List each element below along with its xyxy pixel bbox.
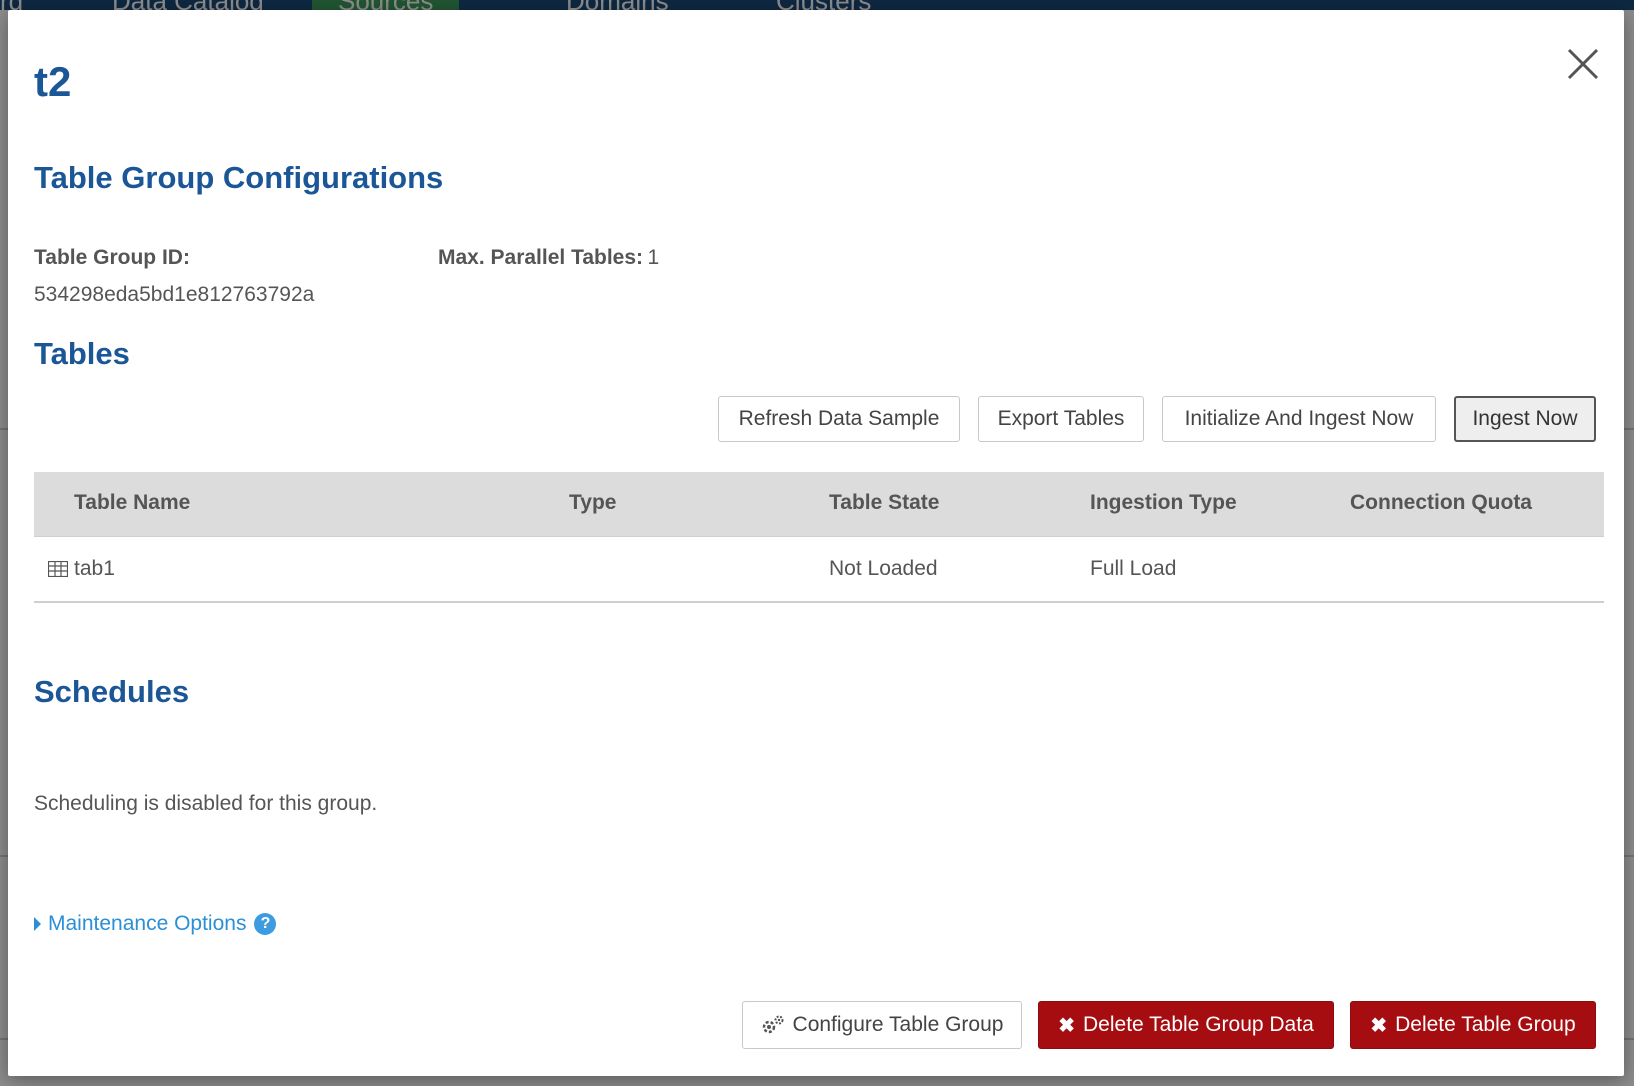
gears-icon bbox=[761, 1014, 785, 1036]
modal-title: t2 bbox=[34, 58, 72, 105]
table-group-id-label-text: Table Group ID: bbox=[34, 246, 190, 269]
delete-table-group-data-button[interactable]: ✖ Delete Table Group Data bbox=[1038, 1001, 1334, 1049]
delete-table-group-data-label: Delete Table Group Data bbox=[1083, 1013, 1314, 1036]
configure-table-group-button[interactable]: Configure Table Group bbox=[742, 1001, 1022, 1049]
delete-table-group-label: Delete Table Group bbox=[1395, 1013, 1576, 1036]
close-button[interactable] bbox=[1559, 40, 1607, 88]
column-header-type[interactable]: Type bbox=[569, 491, 616, 515]
table-group-id-label: Table Group ID: bbox=[34, 246, 190, 270]
configurations-heading: Table Group Configurations bbox=[34, 160, 444, 195]
schedules-heading: Schedules bbox=[34, 674, 190, 709]
schedules-status-text: Scheduling is disabled for this group. bbox=[34, 792, 378, 815]
times-icon: ✖ bbox=[1058, 1014, 1075, 1037]
table-group-modal: t2 Table Group Configurations Table Grou… bbox=[8, 10, 1624, 1076]
table-row[interactable]: tab1 Not Loaded Full Load bbox=[34, 537, 1604, 603]
tables-heading: Tables bbox=[34, 336, 130, 371]
initialize-and-ingest-button[interactable]: Initialize And Ingest Now bbox=[1162, 396, 1436, 442]
configure-table-group-label: Configure Table Group bbox=[792, 1013, 1004, 1036]
table-icon bbox=[47, 559, 69, 583]
ingest-now-button[interactable]: Ingest Now bbox=[1454, 396, 1596, 442]
help-icon[interactable]: ? bbox=[254, 913, 277, 935]
column-header-table-state[interactable]: Table State bbox=[829, 491, 939, 515]
max-parallel-tables: Max. Parallel Tables: 1 bbox=[438, 246, 659, 270]
ingestion-type-cell: Full Load bbox=[1090, 557, 1177, 580]
table-name-cell[interactable]: tab1 bbox=[74, 557, 115, 581]
column-header-connection-quota[interactable]: Connection Quota bbox=[1350, 491, 1532, 515]
max-parallel-value: 1 bbox=[647, 246, 660, 269]
table-group-id-value: 534298eda5bd1e812763792a bbox=[34, 283, 315, 306]
table-state-cell: Not Loaded bbox=[829, 557, 938, 580]
refresh-data-sample-button[interactable]: Refresh Data Sample bbox=[718, 396, 960, 442]
max-parallel-label: Max. Parallel Tables: bbox=[438, 246, 644, 269]
times-icon: ✖ bbox=[1370, 1014, 1388, 1037]
close-icon bbox=[1567, 48, 1599, 80]
caret-right-icon bbox=[34, 917, 41, 931]
export-tables-button[interactable]: Export Tables bbox=[978, 396, 1144, 442]
tables-header-row: Table Name Type Table State Ingestion Ty… bbox=[34, 472, 1604, 537]
column-header-ingestion-type[interactable]: Ingestion Type bbox=[1090, 491, 1237, 515]
delete-table-group-button[interactable]: ✖ Delete Table Group bbox=[1350, 1001, 1596, 1049]
maintenance-options-toggle[interactable]: Maintenance Options ? bbox=[34, 912, 277, 936]
maintenance-options-label[interactable]: Maintenance Options bbox=[48, 912, 246, 936]
column-header-table-name[interactable]: Table Name bbox=[74, 491, 190, 515]
